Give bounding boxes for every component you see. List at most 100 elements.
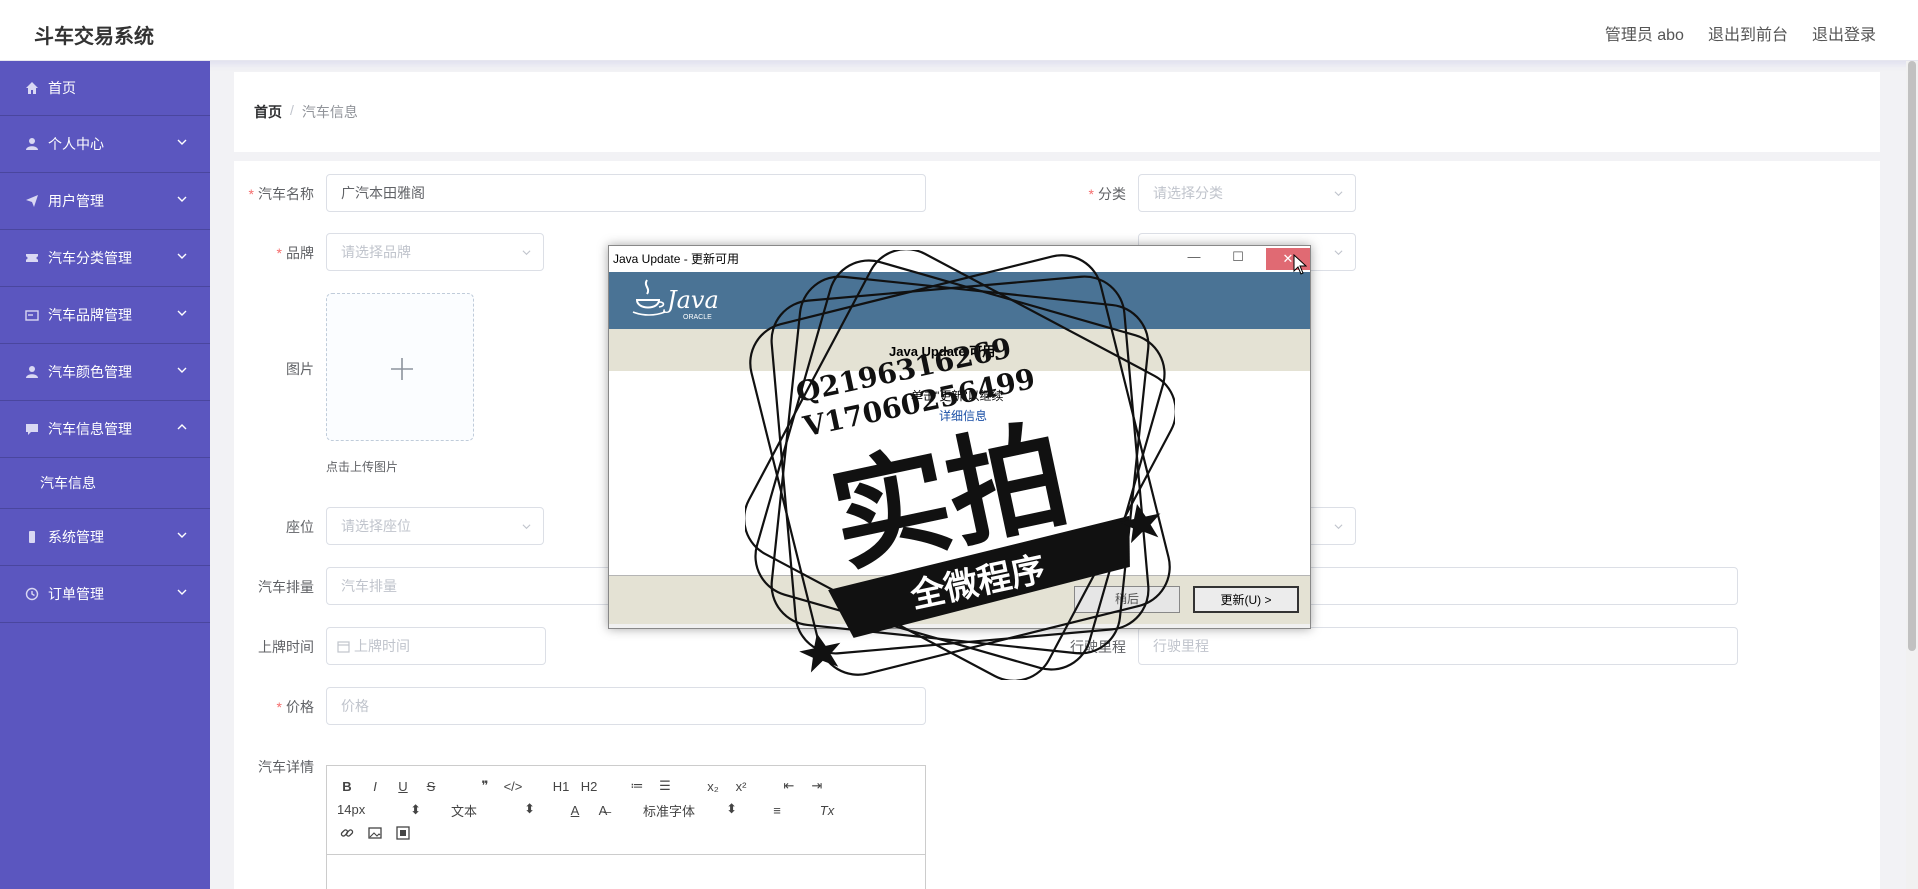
dialog-message: 单击"更新"以继续 (911, 389, 1004, 403)
scrollbar-thumb[interactable] (1908, 61, 1916, 651)
app-title: 斗车交易系统 (34, 26, 154, 48)
exit-front-link[interactable]: 退出到前台 (1708, 21, 1788, 45)
chat-icon (24, 421, 40, 437)
sidebar-item-label: 汽车信息管理 (48, 421, 132, 437)
chevron-down-icon (177, 310, 187, 316)
sidebar-item-home[interactable]: 首页 (0, 61, 210, 116)
dialog-titlebar: Java Update - 更新可用 — ☐ ✕ (609, 246, 1310, 272)
seat-label: 座位 (286, 519, 314, 535)
mileage-input[interactable]: 行驶里程 (1138, 627, 1738, 665)
code-block-button[interactable]: </> (503, 779, 523, 794)
font-family-select[interactable]: 标准字体 ⬍ (643, 801, 737, 820)
sidebar-item-label: 汽车分类管理 (48, 250, 132, 266)
background-color-button[interactable]: A̶ (593, 803, 613, 818)
card-icon (24, 307, 40, 323)
outdent-button[interactable]: ⇤ (779, 778, 799, 794)
car-name-input[interactable]: 广汽本田雅阁 (326, 174, 926, 212)
sidebar-item-users[interactable]: 用户管理 (0, 173, 210, 230)
sidebar-subitem-car-info[interactable]: 汽车信息 (0, 458, 210, 509)
chevron-down-icon (1334, 524, 1343, 530)
maximize-button[interactable]: ☐ (1216, 246, 1260, 268)
strike-button[interactable]: S (421, 779, 441, 794)
ordered-list-button[interactable]: ≔ (627, 778, 647, 794)
superscript-button[interactable]: x² (731, 779, 751, 794)
link-icon[interactable] (337, 826, 357, 843)
category-select[interactable]: 请选择分类 (1138, 174, 1356, 212)
dialog-heading-band: Java Update 可用 (609, 329, 1310, 371)
chevron-down-icon (177, 253, 187, 259)
breadcrumb-current: 汽车信息 (301, 104, 358, 120)
indent-button[interactable]: ⇥ (807, 778, 827, 794)
price-label: 价格 (214, 697, 314, 717)
sidebar-item-car-brand[interactable]: 汽车品牌管理 (0, 287, 210, 344)
heading2-button[interactable]: H2 (579, 779, 599, 794)
sidebar-item-label: 个人中心 (48, 136, 104, 152)
bold-button[interactable]: B (337, 779, 357, 794)
dialog-footer: 稍后 更新(U) > (609, 576, 1310, 624)
image-uploader[interactable] (326, 293, 474, 441)
sidebar-item-personal[interactable]: 个人中心 (0, 116, 210, 173)
sidebar-item-orders[interactable]: 订单管理 (0, 566, 210, 623)
sidebar-item-car-category[interactable]: 汽车分类管理 (0, 230, 210, 287)
align-button[interactable]: ≡ (767, 803, 787, 818)
sidebar-item-label: 汽车品牌管理 (48, 307, 132, 323)
font-size-select[interactable]: 14px ⬍ (337, 802, 421, 818)
plate-time-label: 上牌时间 (258, 639, 314, 655)
chevron-up-icon (177, 424, 187, 430)
top-bar: 斗车交易系统 管理员 abo 退出到前台 退出登录 (0, 0, 1918, 61)
heading1-button[interactable]: H1 (551, 779, 571, 794)
sidebar-item-car-color[interactable]: 汽车颜色管理 (0, 344, 210, 401)
image-icon[interactable] (365, 826, 385, 843)
admin-label[interactable]: 管理员 abo (1605, 21, 1684, 45)
font-family-value: 标准字体 (643, 803, 696, 819)
block-type-select[interactable]: 文本 ⬍ (451, 801, 535, 820)
font-color-button[interactable]: A (565, 803, 585, 818)
java-update-dialog: Java Update - 更新可用 — ☐ ✕ Java ORACLE Jav… (608, 245, 1311, 629)
chevron-down-icon (1334, 191, 1343, 197)
home-icon (24, 80, 40, 96)
category-label: 分类 (1026, 184, 1126, 204)
mouse-cursor-icon (1293, 254, 1307, 275)
chevron-down-icon (177, 139, 187, 145)
send-icon (24, 193, 40, 209)
plus-icon (391, 358, 413, 380)
video-icon[interactable] (393, 825, 413, 843)
plate-time-placeholder: 上牌时间 (354, 638, 410, 654)
car-name-label: 汽车名称 (214, 184, 314, 204)
upload-tip: 点击上传图片 (326, 460, 399, 474)
sidebar-item-system[interactable]: 系统管理 (0, 509, 210, 566)
details-link[interactable]: 详细信息 (939, 407, 987, 424)
updown-icon: ⬍ (410, 802, 421, 817)
logout-link[interactable]: 退出登录 (1812, 21, 1876, 45)
brand-select[interactable]: 请选择品牌 (326, 233, 544, 271)
brand-label: 品牌 (214, 243, 314, 263)
breadcrumb-separator: / (290, 102, 294, 118)
block-type-value: 文本 (451, 803, 478, 819)
updown-icon: ⬍ (726, 800, 737, 816)
underline-button[interactable]: U (393, 779, 413, 794)
later-button[interactable]: 稍后 (1074, 586, 1180, 613)
blockquote-button[interactable]: ❞ (475, 778, 495, 794)
mileage-label: 行驶里程 (1070, 639, 1126, 655)
bullet-list-button[interactable]: ☰ (655, 778, 675, 794)
displacement-label: 汽车排量 (258, 579, 314, 595)
editor-content-area[interactable] (327, 854, 925, 889)
brand-placeholder: 请选择品牌 (341, 244, 411, 260)
update-button[interactable]: 更新(U) > (1193, 586, 1299, 613)
seat-placeholder: 请选择座位 (341, 518, 411, 534)
java-banner: Java ORACLE (609, 272, 1310, 329)
subscript-button[interactable]: x₂ (703, 779, 723, 794)
minimize-button[interactable]: — (1172, 246, 1216, 268)
italic-button[interactable]: I (365, 779, 385, 794)
chevron-down-icon (177, 532, 187, 538)
user-icon (24, 364, 40, 380)
seat-select[interactable]: 请选择座位 (326, 507, 544, 545)
price-input[interactable]: 价格 (326, 687, 926, 725)
top-right-links: 管理员 abo 退出到前台 退出登录 (1605, 21, 1876, 45)
sidebar-item-car-info[interactable]: 汽车信息管理 (0, 401, 210, 458)
page-scrollbar[interactable] (1906, 61, 1918, 889)
editor-toolbar-row-1: B I U S ❞ </> H1 H2 ≔ ☰ x₂ x² ⇤ ⇥ (327, 774, 925, 798)
plate-time-picker[interactable]: 上牌时间 (326, 627, 546, 665)
clear-format-button[interactable]: Tx (817, 803, 837, 818)
breadcrumb-home[interactable]: 首页 (254, 102, 282, 122)
